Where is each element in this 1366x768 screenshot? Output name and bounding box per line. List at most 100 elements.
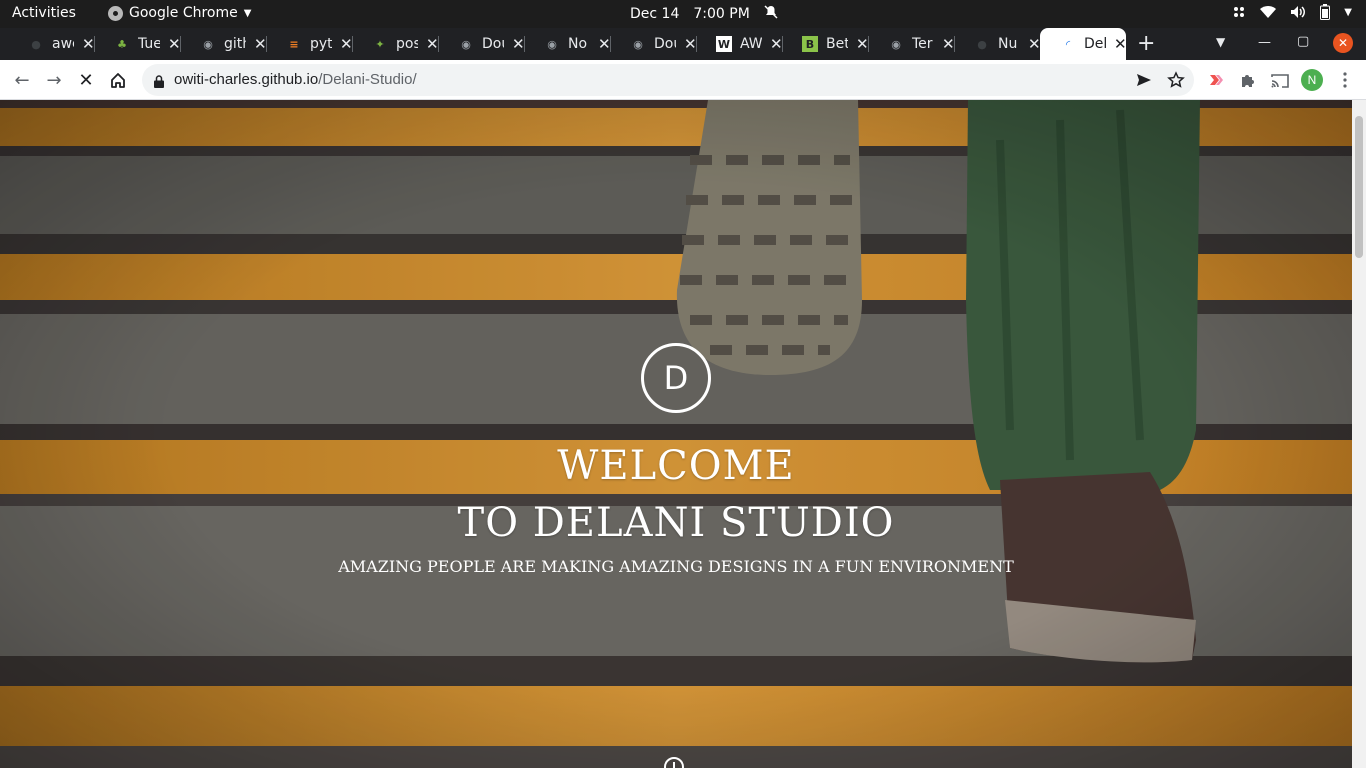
tab-title: pos (396, 36, 418, 52)
tab-separator (266, 36, 267, 52)
new-tab-button[interactable]: + (1137, 31, 1155, 56)
tab-separator (782, 36, 783, 52)
restore-button[interactable]: ▢ (1297, 34, 1309, 49)
github-icon: ● (977, 37, 987, 51)
battery-icon (1320, 4, 1331, 20)
tab-title: pyth (310, 36, 332, 52)
stackoverflow-icon: ≡ (289, 37, 299, 51)
globe-icon: ◉ (891, 37, 901, 51)
tab-strip: + ▼ — ▢ ✕ ● awe ✕ ♣ Tue ✕ ◉ gith ✕ ≡ pyth ✕ ✦ pos ✕ ◉ Do… (0, 28, 1366, 60)
spark-icon: ✦ (375, 37, 385, 51)
tab-close-icon[interactable]: ✕ (856, 35, 869, 53)
tab-title: No (568, 36, 588, 52)
scroll-down-icon[interactable] (664, 757, 684, 768)
tab-close-icon[interactable]: ✕ (254, 35, 267, 53)
tab-close-icon[interactable]: ✕ (942, 35, 955, 53)
app-name: Google Chrome (129, 5, 238, 21)
globe-icon: ◉ (547, 37, 557, 51)
scrollbar-thumb[interactable] (1355, 116, 1363, 258)
url-text: owiti-charles.github.io/Delani-Studio/ (174, 71, 417, 88)
browser-tab[interactable]: ◉ gith ✕ (180, 28, 267, 60)
browser-tab[interactable]: ◉ No ✕ (524, 28, 611, 60)
browser-tab[interactable]: ✦ pos ✕ (352, 28, 439, 60)
studio-logo[interactable]: D (641, 343, 711, 413)
address-bar[interactable]: owiti-charles.github.io/Delani-Studio/ (142, 64, 1194, 96)
url-path: /Delani-Studio/ (318, 71, 417, 88)
w-logo-icon: W (716, 36, 732, 52)
tab-title: AW (740, 36, 762, 52)
hero-headline-studio: TO DELANI STUDIO (457, 500, 895, 546)
clock[interactable]: Dec 14 7:00 PM (630, 5, 778, 23)
tab-separator (352, 36, 353, 52)
tab-separator (180, 36, 181, 52)
system-menu-chevron-icon: ▼ (1344, 6, 1352, 18)
date-label: Dec 14 (630, 6, 680, 22)
notifications-muted-icon (764, 5, 778, 23)
tab-title: Dou (654, 36, 676, 52)
tab-close-icon[interactable]: ✕ (684, 35, 697, 53)
system-tray[interactable]: ▼ (1232, 4, 1352, 20)
browser-tab[interactable]: B Bet ✕ (782, 28, 869, 60)
profile-avatar[interactable]: N (1301, 69, 1323, 91)
github-icon: ● (31, 37, 41, 51)
globe-icon: ◉ (461, 37, 471, 51)
tab-close-icon[interactable]: ✕ (512, 35, 525, 53)
close-window-button[interactable]: ✕ (1333, 33, 1353, 53)
tab-title: Dou (482, 36, 504, 52)
activities-button[interactable]: Activities (12, 5, 76, 21)
hero-tagline: AMAZING PEOPLE ARE MAKING AMAZING DESIGN… (338, 557, 1014, 576)
stop-loading-icon[interactable]: ✕ (74, 68, 98, 92)
back-arrow-icon[interactable]: ← (10, 68, 34, 92)
tab-separator (94, 36, 95, 52)
volume-icon (1290, 5, 1306, 19)
tab-close-icon[interactable]: ✕ (1114, 35, 1127, 53)
hero-section: D WELCOME TO DELANI STUDIO AMAZING PEOPL… (0, 100, 1352, 768)
globe-icon: ◉ (203, 37, 213, 51)
tab-title: Nu (998, 36, 1018, 52)
bootstrap-icon: B (802, 36, 818, 52)
tab-close-icon[interactable]: ✕ (168, 35, 181, 53)
lock-icon[interactable] (154, 73, 164, 92)
home-icon[interactable] (106, 68, 130, 92)
tab-search-chevron-icon[interactable]: ▼ (1216, 35, 1225, 49)
app-menu[interactable]: Google Chrome ▼ (108, 5, 251, 21)
globe-icon: ◉ (633, 37, 643, 51)
tab-close-icon[interactable]: ✕ (1028, 35, 1041, 53)
browser-tab[interactable]: ≡ pyth ✕ (266, 28, 353, 60)
tab-separator (954, 36, 955, 52)
browser-tab[interactable]: ◉ Dou ✕ (438, 28, 525, 60)
tab-separator (610, 36, 611, 52)
tab-close-icon[interactable]: ✕ (598, 35, 611, 53)
tab-separator (868, 36, 869, 52)
extensions-puzzle-icon[interactable] (1236, 68, 1260, 92)
browser-tab[interactable]: W AW ✕ (696, 28, 783, 60)
browser-tab[interactable]: ◉ Dou ✕ (610, 28, 697, 60)
tab-title: Tue (138, 36, 160, 52)
tab-separator (524, 36, 525, 52)
tab-close-icon[interactable]: ✕ (426, 35, 439, 53)
browser-tab[interactable]: ◉ Ter ✕ (868, 28, 955, 60)
slack-icon (1232, 5, 1246, 19)
chevron-down-icon: ▼ (243, 7, 252, 19)
hero-headline-welcome: WELCOME (557, 443, 795, 489)
tab-close-icon[interactable]: ✕ (340, 35, 353, 53)
bookmark-star-icon[interactable] (1164, 68, 1188, 92)
send-to-devices-icon[interactable] (1132, 68, 1156, 92)
browser-tab[interactable]: ● awe ✕ (8, 28, 94, 60)
cast-icon[interactable] (1268, 68, 1292, 92)
tab-title: Del (1084, 36, 1106, 52)
tab-close-icon[interactable]: ✕ (770, 35, 783, 53)
browser-tab[interactable]: ● Nu ✕ (954, 28, 1041, 60)
tab-close-icon[interactable]: ✕ (82, 35, 95, 53)
time-label: 7:00 PM (693, 6, 750, 22)
forward-arrow-icon[interactable]: → (42, 68, 66, 92)
wifi-icon (1260, 5, 1277, 19)
tab-title: Bet (826, 36, 848, 52)
system-top-bar: Activities Google Chrome ▼ Dec 14 7:00 P… (0, 0, 1366, 28)
minimize-button[interactable]: — (1258, 35, 1271, 50)
extension-red-icon[interactable] (1204, 68, 1228, 92)
browser-tab[interactable]: ♣ Tue ✕ (94, 28, 181, 60)
browser-tab[interactable]: ◜ Del ✕ (1040, 28, 1127, 60)
browser-toolbar: ← → ✕ owiti-charles.github.io/Delani-Stu… (0, 60, 1366, 100)
browser-menu-icon[interactable] (1333, 68, 1357, 92)
